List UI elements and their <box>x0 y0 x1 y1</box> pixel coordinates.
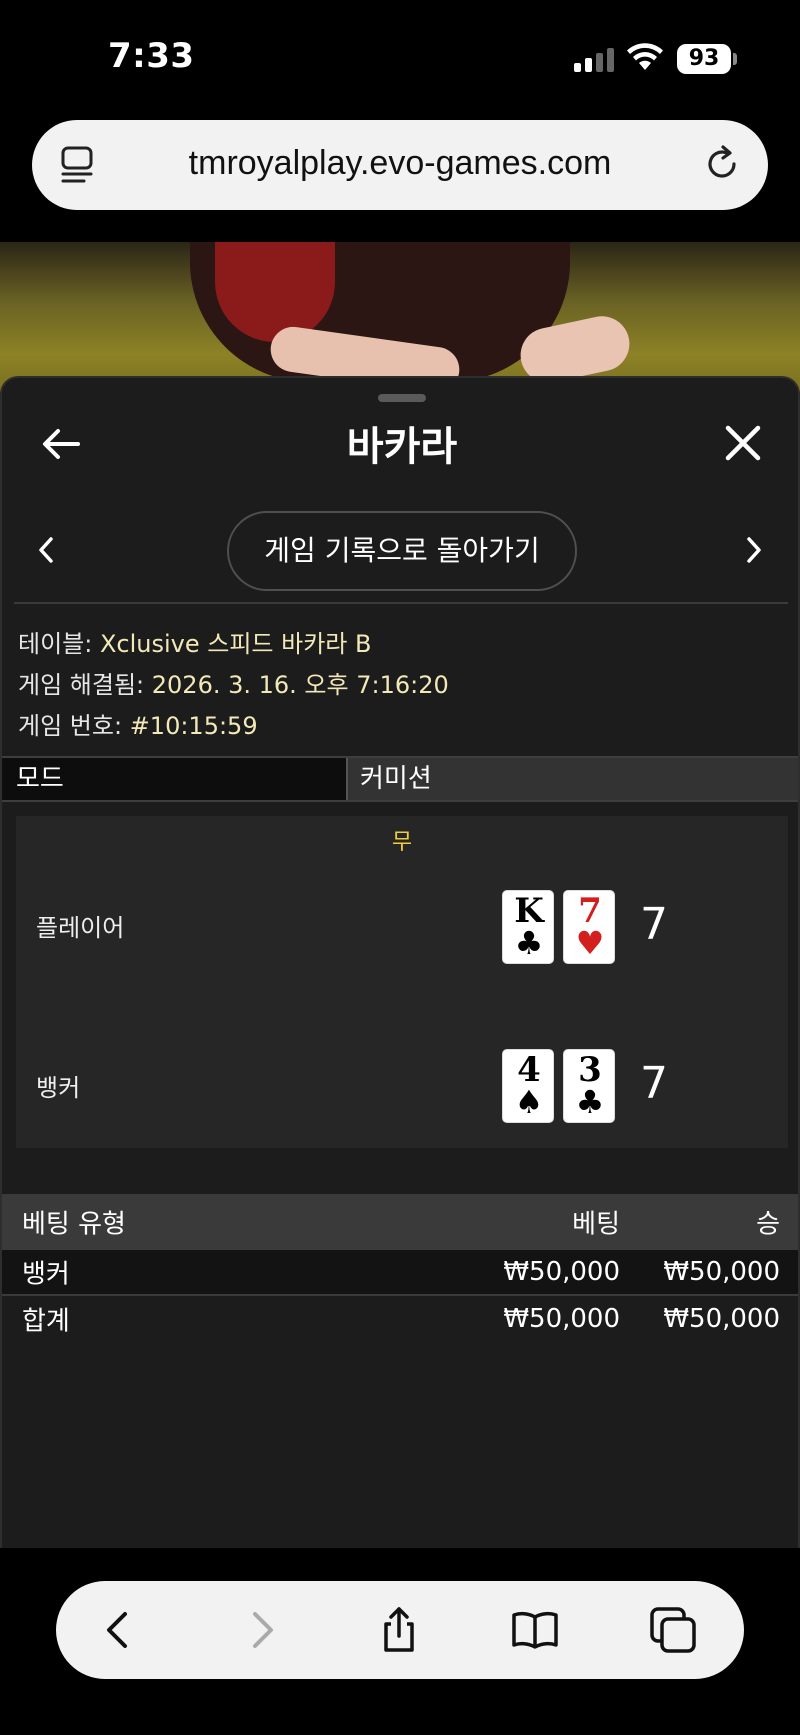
cellular-signal-icon <box>574 48 614 72</box>
table-info: 테이블: Xclusive 스피드 바카라 B <box>18 624 371 659</box>
battery-tip <box>733 53 737 65</box>
drag-handle[interactable] <box>378 394 426 402</box>
wifi-icon <box>627 43 663 70</box>
banker-score: 7 <box>640 1058 668 1109</box>
game-number-value: #10:15:59 <box>129 712 258 740</box>
close-icon[interactable] <box>724 424 762 462</box>
url-text[interactable]: tmroyalplay.evo-games.com <box>32 144 768 183</box>
banker-card-2: 3 ♣ <box>563 1049 615 1123</box>
table-label: 테이블: <box>18 630 93 658</box>
total-label: 합계 <box>22 1306 70 1337</box>
resolved-label: 게임 해결됨: <box>18 671 145 699</box>
panel-title: 바카라 <box>346 424 458 470</box>
game-number-info: 게임 번호: #10:15:59 <box>18 706 258 741</box>
table-row: 뱅커 ₩50,000 ₩50,000 <box>2 1250 798 1296</box>
divider <box>14 602 788 604</box>
banker-label: 뱅커 <box>36 1074 81 1102</box>
win-amount-cell: ₩50,000 <box>663 1257 780 1287</box>
share-icon[interactable] <box>374 1605 424 1655</box>
browser-forward-icon[interactable] <box>236 1605 286 1655</box>
player-card-1: K ♣ <box>502 890 554 964</box>
game-detail-panel: 바카라 게임 기록으로 돌아가기 테이블: Xclusive 스피드 바카라 B… <box>0 376 800 1548</box>
player-score: 7 <box>640 899 668 950</box>
table-value: Xclusive 스피드 바카라 B <box>99 630 372 658</box>
status-time: 7:33 <box>108 36 195 76</box>
banker-card-1: 4 ♠ <box>502 1049 554 1123</box>
status-bar: 7:33 93 <box>0 0 800 110</box>
total-win-cell: ₩50,000 <box>663 1304 780 1334</box>
reload-icon[interactable] <box>702 144 742 184</box>
bet-amount-cell: ₩50,000 <box>503 1257 620 1287</box>
player-label: 플레이어 <box>36 914 125 942</box>
previous-game-icon[interactable] <box>36 536 56 564</box>
total-row: 합계 ₩50,000 ₩50,000 <box>2 1296 798 1342</box>
win-amount-header: 승 <box>756 1209 780 1240</box>
next-game-icon[interactable] <box>744 536 764 564</box>
bet-table-header: 베팅 유형 베팅 승 <box>2 1194 798 1250</box>
bet-amount-header: 베팅 <box>572 1209 620 1240</box>
player-card-2: 7 ♥ <box>563 890 615 964</box>
game-result-box: 무 플레이어 K ♣ 7 ♥ 7 뱅커 4 ♠ 3 ♣ 7 <box>16 816 788 1148</box>
resolved-value: 2026. 3. 16. 오후 7:16:20 <box>151 671 449 699</box>
resolved-info: 게임 해결됨: 2026. 3. 16. 오후 7:16:20 <box>18 665 449 700</box>
browser-back-icon[interactable] <box>94 1605 144 1655</box>
bookmarks-icon[interactable] <box>510 1605 560 1655</box>
address-bar[interactable]: tmroyalplay.evo-games.com <box>32 120 768 210</box>
mode-label: 모드 <box>2 758 348 800</box>
commission-label: 커미션 <box>360 764 432 794</box>
browser-toolbar <box>56 1581 744 1679</box>
back-to-history-button[interactable]: 게임 기록으로 돌아가기 <box>227 511 577 591</box>
browser-bottom-bar <box>0 1548 800 1735</box>
live-video-background <box>0 242 800 392</box>
mode-row: 모드 커미션 <box>2 756 798 802</box>
bet-type-cell: 뱅커 <box>22 1259 70 1290</box>
total-bet-cell: ₩50,000 <box>503 1304 620 1334</box>
tabs-icon[interactable] <box>648 1605 698 1655</box>
game-number-label: 게임 번호: <box>18 712 123 740</box>
bet-type-header: 베팅 유형 <box>22 1209 126 1240</box>
battery-indicator: 93 <box>677 44 731 74</box>
result-outcome: 무 <box>391 830 413 855</box>
